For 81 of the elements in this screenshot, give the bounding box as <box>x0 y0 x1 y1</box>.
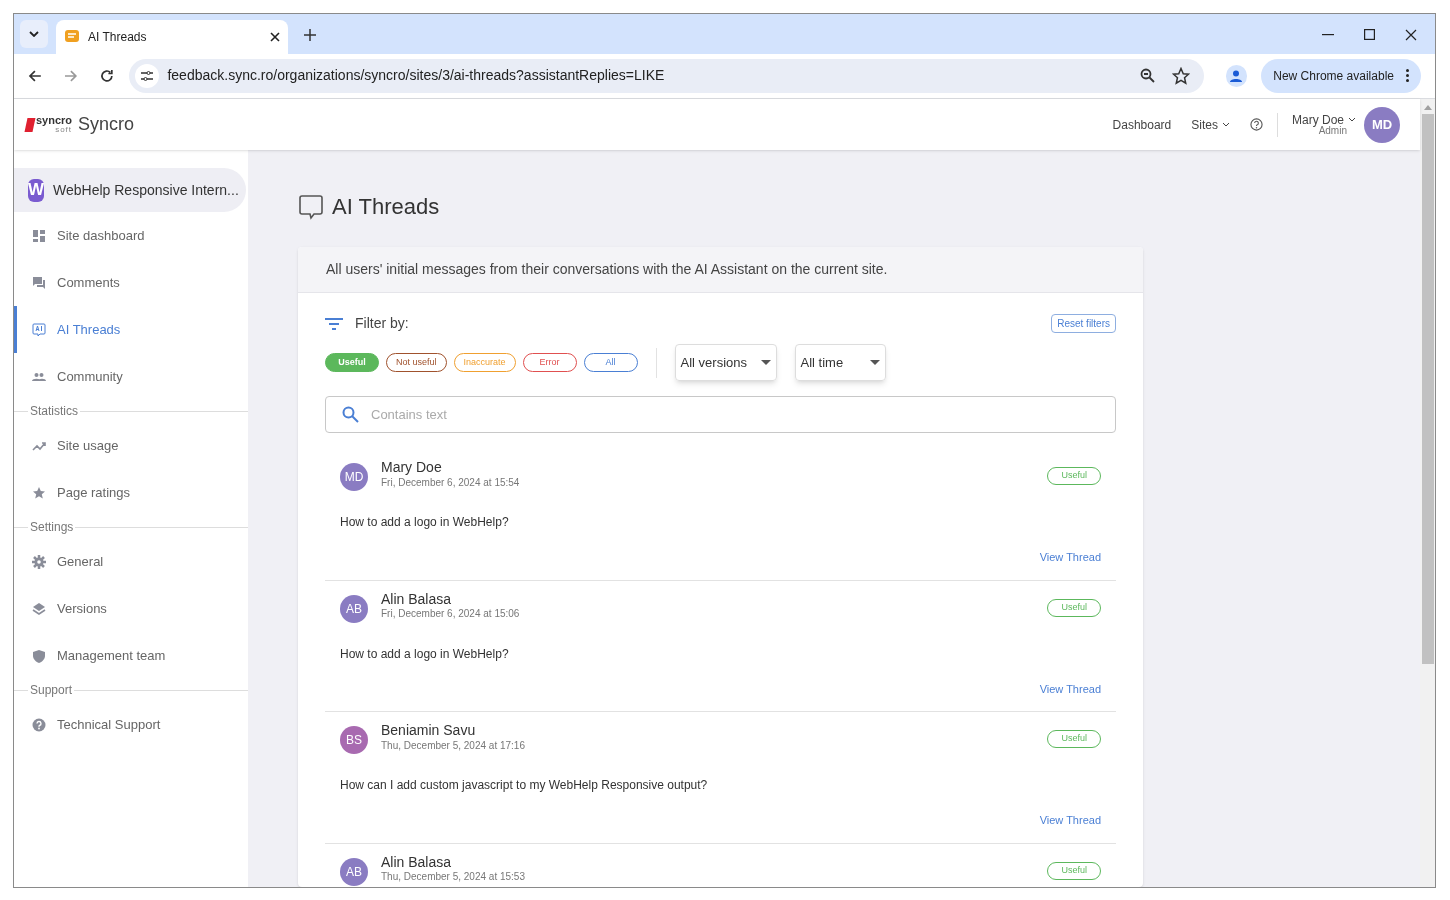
sidebar-item[interactable]: Site dashboard <box>14 212 248 259</box>
plus-icon[interactable] <box>304 28 316 41</box>
sidebar-item[interactable]: Page ratings <box>14 469 248 516</box>
zoom-icon[interactable] <box>1139 67 1156 84</box>
profile-icon[interactable] <box>1225 64 1248 87</box>
help-icon <box>32 717 46 732</box>
shield-icon <box>32 648 46 663</box>
comments-icon <box>32 275 46 290</box>
back-arrow-icon[interactable] <box>28 68 42 83</box>
user-avatar: AB <box>340 857 368 886</box>
user-avatar[interactable]: MD <box>1364 106 1400 143</box>
chevron-down-icon <box>1348 117 1356 122</box>
user-name: Beniamin Savu <box>381 722 477 740</box>
star-icon[interactable] <box>1171 66 1190 85</box>
new-chrome-available-button[interactable]: New Chrome available <box>1261 58 1421 93</box>
dropdown[interactable]: All versions <box>674 344 777 381</box>
timestamp: Fri, December 6, 2024 at 15:54 <box>381 476 520 489</box>
help-icon[interactable] <box>1250 118 1263 131</box>
user-name: Alin Balasa <box>381 590 453 608</box>
minimize-icon[interactable] <box>1322 33 1334 36</box>
page-title: AI Threads <box>332 193 440 221</box>
dropdown[interactable]: All time <box>794 344 886 381</box>
site-logo-icon: W <box>28 178 45 202</box>
maximize-icon[interactable] <box>1364 29 1375 41</box>
search-field[interactable]: Contains text <box>325 396 1116 433</box>
user-avatar: BS <box>340 726 368 754</box>
timestamp: Fri, December 6, 2024 at 15:06 <box>381 608 520 621</box>
sidebar-item[interactable]: AI Threads <box>14 306 248 353</box>
description-text: All users' initial messages from their conversations with the AI Assistant on the current site. <box>326 260 888 279</box>
timestamp: Thu, December 5, 2024 at 15:53 <box>381 871 525 884</box>
section-label: Statistics <box>29 403 79 420</box>
chat-icon <box>64 28 80 45</box>
reset-filters-button[interactable]: Reset filters <box>1051 314 1116 333</box>
sidebar-item[interactable]: Site usage <box>14 422 248 469</box>
view-thread-link[interactable]: View Thread <box>1039 549 1101 566</box>
message-text: How to add a logo in WebHelp? <box>340 514 510 531</box>
sidebar-item[interactable]: Comments <box>14 259 248 306</box>
sidebar-item[interactable]: General <box>14 538 248 585</box>
user-avatar: AB <box>340 594 368 623</box>
reload-icon[interactable] <box>99 68 114 83</box>
section-label: Settings <box>29 519 75 536</box>
message-text: How can I add custom javascript to my WebHelp Responsive output? <box>340 777 709 794</box>
syncro-logo: syncro soft <box>26 115 73 134</box>
timestamp: Thu, December 5, 2024 at 17:16 <box>381 739 525 752</box>
section-label: Support <box>29 682 74 699</box>
user-name: Alin Balasa <box>381 853 453 871</box>
close-icon[interactable] <box>270 31 280 42</box>
caret-icon <box>869 360 880 365</box>
view-thread-link[interactable]: View Thread <box>1039 812 1101 829</box>
sidebar-item[interactable]: Management team <box>14 632 248 679</box>
chevron-down-icon <box>29 30 39 37</box>
settings-icon <box>32 554 46 569</box>
browser-tab[interactable]: AI Threads <box>56 19 288 54</box>
chevron-down-icon <box>1222 122 1230 127</box>
message-text: How to add a logo in WebHelp? <box>340 645 510 663</box>
site-settings-icon[interactable] <box>135 63 160 88</box>
user-avatar: MD <box>340 463 368 491</box>
filter-icon <box>325 317 343 330</box>
user-name: Mary Doe <box>381 459 443 477</box>
address-bar[interactable]: feedback.sync.ro/organizations/syncro/sites/3/ai-threads?assistantReplies=LIKE <box>129 58 1204 93</box>
user-menu[interactable]: Mary Doe Admin <box>1292 113 1356 136</box>
star-icon <box>32 485 46 500</box>
search-icon <box>342 406 359 423</box>
nav-link[interactable]: Dashboard <box>1112 115 1172 134</box>
tab-list-button[interactable] <box>20 19 48 48</box>
dashboard-icon <box>32 228 46 243</box>
close-icon[interactable] <box>1405 28 1417 41</box>
site-selector[interactable]: W WebHelp Responsive Intern... <box>14 168 246 212</box>
forward-arrow-icon[interactable] <box>63 68 78 83</box>
nav-link[interactable]: Sites <box>1191 115 1230 134</box>
filter-label: Filter by: <box>355 314 409 333</box>
layers-icon <box>32 601 46 616</box>
sidebar-item[interactable]: Community <box>14 353 248 400</box>
sidebar-item[interactable]: Technical Support <box>14 701 248 748</box>
menu-icon[interactable] <box>1406 69 1409 83</box>
scrollbar-thumb[interactable] <box>1421 114 1434 664</box>
search-input: Contains text <box>371 404 1099 425</box>
caret-icon <box>760 360 771 365</box>
brand-name: Syncro <box>78 113 135 136</box>
view-thread-link[interactable]: View Thread <box>1039 680 1101 697</box>
sidebar-item[interactable]: Versions <box>14 585 248 632</box>
